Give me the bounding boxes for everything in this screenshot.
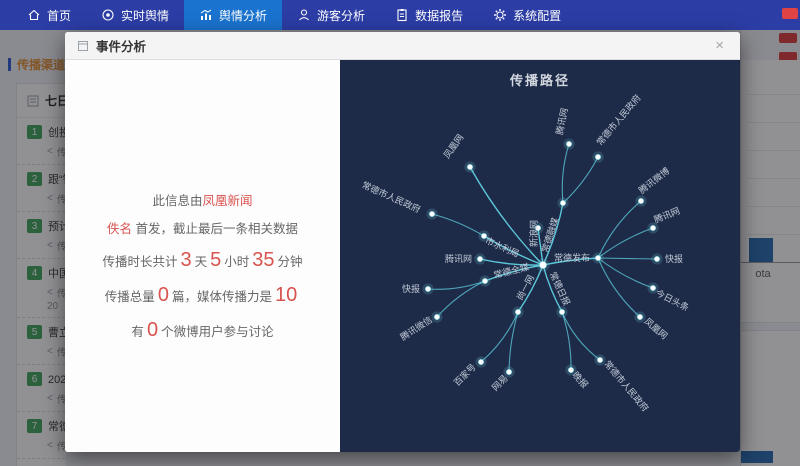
graph-node[interactable]: [478, 359, 483, 364]
duration-days: 3: [180, 249, 191, 271]
event-analysis-modal: 事件分析 × 此信息由凤凰新闻 佚名 首发，截止最后一条相关数据 传播时长共计3…: [65, 32, 740, 452]
graph-node[interactable]: [597, 357, 602, 362]
total-count: 0: [158, 284, 169, 306]
nav-item-2[interactable]: 舆情分析: [184, 0, 282, 30]
nav-item-3[interactable]: 游客分析: [282, 0, 380, 30]
graph-node-label: 百家号: [451, 361, 478, 388]
graph-node[interactable]: [566, 141, 571, 146]
graph-node[interactable]: [515, 309, 520, 314]
nav-item-5[interactable]: 系统配置: [478, 0, 576, 30]
close-icon[interactable]: ×: [711, 36, 728, 55]
graph-edge: [437, 281, 485, 317]
duration-hours: 5: [210, 249, 221, 271]
nav-item-4[interactable]: 数据报告: [380, 0, 478, 30]
report-icon: [395, 8, 409, 22]
graph-edge: [598, 258, 653, 288]
graph-node-label: 常德融媒: [539, 216, 561, 254]
graph-node-label: 常德市人民政府: [360, 179, 422, 215]
notification-badge: [782, 8, 798, 19]
author-name: 佚名: [107, 222, 132, 236]
graph-node[interactable]: [506, 369, 511, 374]
user-icon: [297, 8, 311, 22]
window-icon: [77, 40, 89, 52]
graph-edge: [432, 214, 484, 236]
graph-node[interactable]: [434, 314, 439, 319]
graph-node-label: 腾讯网: [652, 205, 681, 225]
propagation-network[interactable]: 新浪网常德融媒腾讯网常德市人民政府常德发布腾讯微博腾讯网快报今日头条凤凰网常德日…: [340, 60, 740, 452]
media-power: 10: [275, 284, 297, 306]
graph-node[interactable]: [467, 164, 472, 169]
home-icon: [27, 8, 41, 22]
nav-item-label: 实时舆情: [121, 7, 169, 24]
nav-item-label: 首页: [47, 7, 71, 24]
chart-icon: [199, 8, 213, 22]
graph-node-label: 腾讯微信: [398, 314, 434, 343]
graph-node-label: 新浪网: [528, 220, 539, 247]
nav-item-label: 系统配置: [513, 7, 561, 24]
modal-title: 事件分析: [96, 36, 146, 55]
summary-line-1: 此信息由凤凰新闻: [71, 190, 334, 209]
gear-icon: [493, 8, 507, 22]
nav-item-label: 游客分析: [317, 7, 365, 24]
modal-body: 此信息由凤凰新闻 佚名 首发，截止最后一条相关数据 传播时长共计3天5小时35分…: [65, 60, 740, 452]
graph-node-label: 腾讯微博: [636, 165, 671, 196]
graph-node-label: 腾讯网: [553, 107, 569, 136]
summary-duration: 传播时长共计3天5小时35分钟: [71, 249, 334, 272]
graph-node[interactable]: [425, 286, 430, 291]
nav-item-0[interactable]: 首页: [12, 0, 86, 30]
graph-node-label: 凤凰网: [442, 132, 466, 160]
nav-item-1[interactable]: 实时舆情: [86, 0, 184, 30]
graph-edge: [562, 144, 569, 203]
graph-node-label: 快报: [665, 253, 683, 264]
nav-item-label: 数据报告: [415, 7, 463, 24]
summary-total: 传播总量0篇，媒体传播力是10: [71, 284, 334, 307]
graph-node[interactable]: [559, 309, 564, 314]
summary-pane: 此信息由凤凰新闻 佚名 首发，截止最后一条相关数据 传播时长共计3天5小时35分…: [65, 60, 340, 452]
graph-node[interactable]: [595, 255, 600, 260]
graph-node-label: 常德发布: [554, 252, 590, 263]
summary-line-2: 佚名 首发，截止最后一条相关数据: [71, 218, 334, 237]
graph-node-label: 常德市人民政府: [602, 358, 651, 413]
modal-header: 事件分析 ×: [65, 32, 740, 60]
graph-node[interactable]: [429, 211, 434, 216]
graph-node[interactable]: [595, 154, 600, 159]
graph-edge: [598, 201, 641, 258]
graph-edge: [598, 258, 640, 317]
graph-node[interactable]: [477, 256, 482, 261]
summary-weibo: 有0个微博用户参与讨论: [71, 319, 334, 342]
graph-node[interactable]: [540, 262, 547, 269]
graph-node[interactable]: [650, 225, 655, 230]
graph-node[interactable]: [650, 285, 655, 290]
propagation-graph-panel: 传播路径 新浪网常德融媒腾讯网常德市人民政府常德发布腾讯微博腾讯网快报今日头条凤…: [340, 60, 740, 452]
graph-node-label: 常德市人民政府: [594, 92, 643, 147]
duration-minutes: 35: [252, 249, 274, 271]
graph-node[interactable]: [560, 200, 565, 205]
graph-node[interactable]: [568, 367, 573, 372]
weibo-count: 0: [147, 319, 158, 341]
graph-node[interactable]: [482, 278, 487, 283]
source-name: 凤凰新闻: [203, 194, 253, 208]
graph-edge: [598, 258, 657, 259]
top-nav: 首页 实时舆情 舆情分析 游客分析 数据报告 系统配置: [0, 0, 800, 30]
graph-edge: [563, 157, 598, 203]
graph-node[interactable]: [637, 314, 642, 319]
graph-node[interactable]: [654, 256, 659, 261]
graph-node-label: 快报: [402, 283, 420, 294]
graph-node-label: 腾讯网: [445, 253, 472, 264]
graph-node-label: 市水利局: [484, 234, 521, 259]
graph-node-label: 今日头条: [654, 287, 691, 313]
graph-node[interactable]: [638, 198, 643, 203]
graph-edge: [480, 259, 543, 265]
graph-node-label: 凤凰网: [642, 316, 669, 341]
nav-item-label: 舆情分析: [219, 7, 267, 24]
target-icon: [101, 8, 115, 22]
